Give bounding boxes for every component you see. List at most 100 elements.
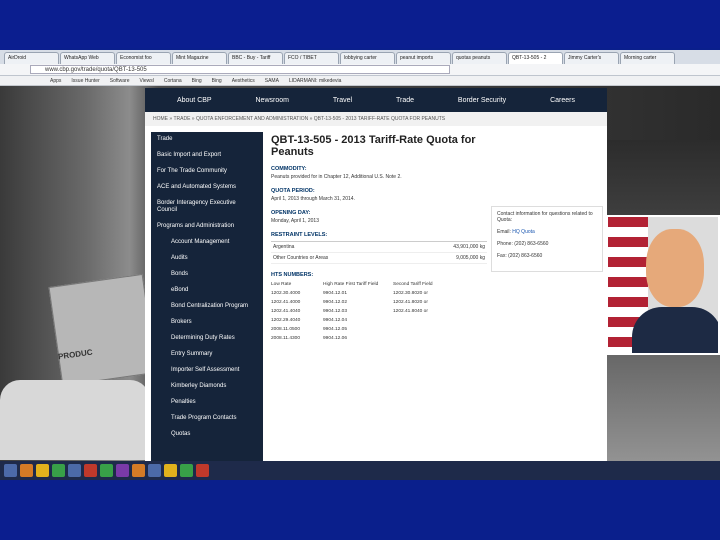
- sidebar-item[interactable]: Programs and Administration: [157, 223, 257, 230]
- sidebar: Trade Basic Import and Export For The Tr…: [151, 132, 263, 480]
- bookmark-item[interactable]: LIDARMANI: mikedevia: [289, 78, 342, 84]
- browser-tab[interactable]: FCO / TIBET: [284, 52, 339, 64]
- hts-cell: 9904.12.03: [323, 309, 348, 314]
- url-input[interactable]: www.cbp.gov/trade/quota/QBT-13-505: [30, 65, 450, 74]
- nav-border-security[interactable]: Border Security: [458, 97, 506, 104]
- browser-tab[interactable]: peanut imports: [396, 52, 451, 64]
- bookmark-item[interactable]: Apps: [50, 78, 61, 84]
- taskbar-app-icon[interactable]: [132, 464, 145, 477]
- taskbar-app-icon[interactable]: [196, 464, 209, 477]
- taskbar-app-icon[interactable]: [116, 464, 129, 477]
- page-title: QBT-13-505 - 2013 Tariff-Rate Quota for …: [271, 134, 476, 158]
- bookmark-item[interactable]: Issue Hunter: [71, 78, 99, 84]
- browser-tab[interactable]: Jimmy Carter's: [564, 52, 619, 64]
- sidebar-subitem[interactable]: Audits: [157, 255, 257, 262]
- bookmark-item[interactable]: Software: [110, 78, 130, 84]
- sidebar-item[interactable]: Basic Import and Export: [157, 152, 257, 159]
- browser-tab-active[interactable]: QBT-13-505 - 2: [508, 52, 563, 64]
- browser-tab[interactable]: Morning carter: [620, 52, 675, 64]
- sidebar-item[interactable]: ACE and Automated Systems: [157, 184, 257, 191]
- hts-cell: 9904.12.02: [323, 300, 348, 305]
- hts-header: Second Tariff Field: [393, 282, 433, 287]
- contact-phone: Phone: (202) 863-6560: [497, 241, 549, 247]
- taskbar-app-icon[interactable]: [68, 464, 81, 477]
- sidebar-item[interactable]: For The Trade Community: [157, 168, 257, 175]
- tab-bar: AirDroid WhatsApp Web Economist foo Mint…: [0, 50, 720, 64]
- bookmarks-bar: Apps Issue Hunter Software Viewsl Cortan…: [0, 76, 720, 86]
- email-label: Email:: [497, 229, 511, 235]
- sidebar-item-trade[interactable]: Trade: [157, 136, 257, 143]
- nav-trade[interactable]: Trade: [396, 97, 414, 104]
- taskbar-app-icon[interactable]: [164, 464, 177, 477]
- level-cell: 43,901,000 kg: [453, 244, 485, 250]
- browser-tab[interactable]: Economist foo: [116, 52, 171, 64]
- cbp-webpage: About CBP Newsroom Travel Trade Border S…: [145, 88, 607, 480]
- quota-period-value: April 1, 2013 through March 31, 2014.: [271, 196, 355, 202]
- quota-period-label: QUOTA PERIOD:: [271, 188, 315, 194]
- bookmark-item[interactable]: Aesthetics: [232, 78, 255, 84]
- browser-tab[interactable]: WhatsApp Web: [60, 52, 115, 64]
- bookmark-item[interactable]: Viewsl: [140, 78, 154, 84]
- hts-header: High Rate First Tariff Field: [323, 282, 379, 287]
- sidebar-subitem[interactable]: Account Management: [157, 239, 257, 246]
- opening-day-value: Monday, April 1, 2013: [271, 218, 319, 224]
- taskbar-app-icon[interactable]: [36, 464, 49, 477]
- taskbar-app-icon[interactable]: [20, 464, 33, 477]
- sidebar-subitem[interactable]: Determining Duty Rates: [157, 335, 257, 342]
- sidebar-subitem[interactable]: Bonds: [157, 271, 257, 278]
- hts-header: Low Rate: [271, 282, 292, 287]
- sidebar-subitem[interactable]: Quotas: [157, 431, 257, 438]
- taskbar-app-icon[interactable]: [100, 464, 113, 477]
- hts-cell: 2008.11.0500: [271, 327, 300, 332]
- nav-newsroom[interactable]: Newsroom: [256, 97, 289, 104]
- sidebar-subitem[interactable]: Entry Summary: [157, 351, 257, 358]
- taskbar-app-icon[interactable]: [148, 464, 161, 477]
- nav-careers[interactable]: Careers: [550, 97, 575, 104]
- browser-tab[interactable]: Mint Magazine: [172, 52, 227, 64]
- hts-cell: [393, 318, 473, 323]
- browser-tab[interactable]: quotas peanuts: [452, 52, 507, 64]
- browser-tab[interactable]: BBC - Buy - Tariff: [228, 52, 283, 64]
- bookmark-item[interactable]: Cortana: [164, 78, 182, 84]
- sidebar-item[interactable]: Border Interagency Executive Council: [157, 200, 257, 214]
- commodity-label: COMMODITY:: [271, 166, 307, 172]
- address-bar: www.cbp.gov/trade/quota/QBT-13-505: [0, 64, 720, 76]
- browser-tab[interactable]: lobbying carter: [340, 52, 395, 64]
- contact-fax: Fax: (202) 863-6560: [497, 253, 543, 259]
- face-image: [646, 229, 704, 307]
- bookmark-item[interactable]: Bing: [192, 78, 202, 84]
- hts-cell: 1202.41.8020 or: [393, 300, 428, 305]
- bookmark-item[interactable]: Bing: [212, 78, 222, 84]
- sidebar-subitem[interactable]: Brokers: [157, 319, 257, 326]
- level-cell: 9,005,000 kg: [456, 255, 485, 261]
- opening-day-label: OPENING DAY:: [271, 210, 311, 216]
- sidebar-subitem[interactable]: Penalties: [157, 399, 257, 406]
- sidebar-subitem[interactable]: Bond Centralization Program: [157, 303, 257, 310]
- nav-about[interactable]: About CBP: [177, 97, 212, 104]
- bookmark-item[interactable]: SAMA: [265, 78, 279, 84]
- start-button[interactable]: [4, 464, 17, 477]
- sidebar-subitem[interactable]: Kimberley Diamonds: [157, 383, 257, 390]
- slide-top-band: [0, 0, 720, 48]
- taskbar: [0, 461, 720, 480]
- email-link[interactable]: HQ Quota: [512, 229, 535, 235]
- hts-numbers-label: HTS NUMBERS:: [271, 272, 314, 278]
- hts-cell: [393, 327, 473, 332]
- taskbar-app-icon[interactable]: [180, 464, 193, 477]
- browser-tab[interactable]: AirDroid: [4, 52, 59, 64]
- nav-travel[interactable]: Travel: [333, 97, 352, 104]
- contact-box: Contact information for questions relate…: [491, 206, 603, 272]
- main-content: QBT-13-505 - 2013 Tariff-Rate Quota for …: [271, 134, 491, 341]
- breadcrumb: HOME » TRADE » QUOTA ENFORCEMENT AND ADM…: [145, 112, 607, 126]
- sidebar-subitem[interactable]: eBond: [157, 287, 257, 294]
- hts-cell: 9904.12.05: [323, 327, 348, 332]
- sidebar-subitem[interactable]: Importer Self Assessment: [157, 367, 257, 374]
- restraint-table: Argentina 43,901,000 kg Other Countries …: [271, 241, 487, 264]
- contact-email: Email: HQ Quota: [497, 229, 597, 235]
- taskbar-app-icon[interactable]: [52, 464, 65, 477]
- taskbar-app-icon[interactable]: [84, 464, 97, 477]
- commodity-value: Peanuts provided for in Chapter 12, Addi…: [271, 174, 402, 180]
- suit-image: [632, 307, 718, 353]
- hts-cell: 9904.12.04: [323, 318, 348, 323]
- sidebar-subitem[interactable]: Trade Program Contacts: [157, 415, 257, 422]
